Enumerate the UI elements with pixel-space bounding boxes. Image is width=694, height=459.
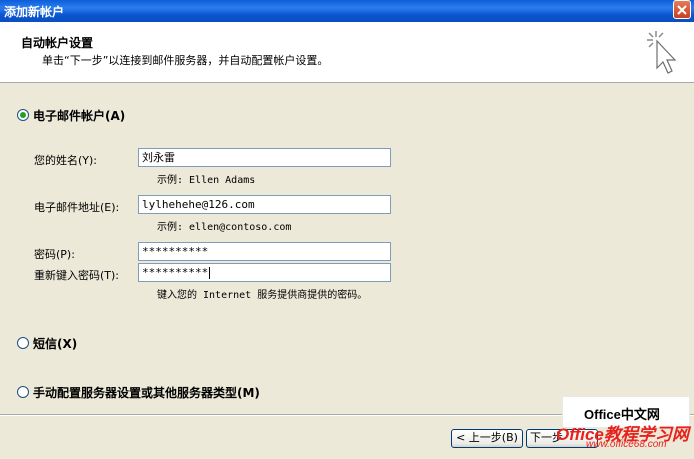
- retype-password-input[interactable]: **********: [138, 263, 391, 282]
- password-input[interactable]: **********: [138, 242, 391, 261]
- email-label: 电子邮件地址(E):: [34, 201, 120, 214]
- email-input[interactable]: lylhehehe@126.com: [138, 195, 391, 214]
- password-label: 密码(P):: [34, 248, 75, 261]
- sms-label[interactable]: 短信(X): [33, 335, 77, 352]
- password-hint: 键入您的 Internet 服务提供商提供的密码。: [157, 290, 368, 301]
- watermark-logo: Office中文网 Office教程学习网 www.office68.com: [556, 396, 692, 450]
- window-title: 添加新帐户: [4, 5, 65, 19]
- email-account-label[interactable]: 电子邮件帐户(A): [33, 107, 125, 124]
- retype-password-value: **********: [142, 266, 209, 279]
- text-caret: [209, 267, 211, 279]
- name-label: 您的姓名(Y):: [34, 154, 98, 167]
- wizard-cursor-icon: [647, 31, 677, 74]
- header-description: 单击“下一步”以连接到邮件服务器，并自动配置帐户设置。: [42, 54, 329, 67]
- header-title: 自动帐户设置: [21, 36, 94, 50]
- wizard-header: 自动帐户设置 单击“下一步”以连接到邮件服务器，并自动配置帐户设置。: [0, 22, 694, 83]
- sms-radio[interactable]: [17, 337, 29, 349]
- close-icon: [677, 5, 687, 15]
- name-input[interactable]: 刘永雷: [138, 148, 391, 167]
- email-hint: 示例: ellen@contoso.com: [157, 222, 292, 233]
- manual-config-radio[interactable]: [17, 386, 29, 398]
- back-button[interactable]: < 上一步(B): [451, 429, 523, 448]
- name-hint: 示例: Ellen Adams: [157, 175, 256, 186]
- manual-config-label[interactable]: 手动配置服务器设置或其他服务器类型(M): [33, 384, 260, 401]
- title-bar: 添加新帐户: [0, 0, 694, 22]
- watermark-url: www.office68.com: [586, 439, 667, 450]
- retype-password-label: 重新键入密码(T):: [34, 269, 120, 282]
- close-button[interactable]: [673, 0, 691, 19]
- email-account-radio[interactable]: [17, 109, 29, 121]
